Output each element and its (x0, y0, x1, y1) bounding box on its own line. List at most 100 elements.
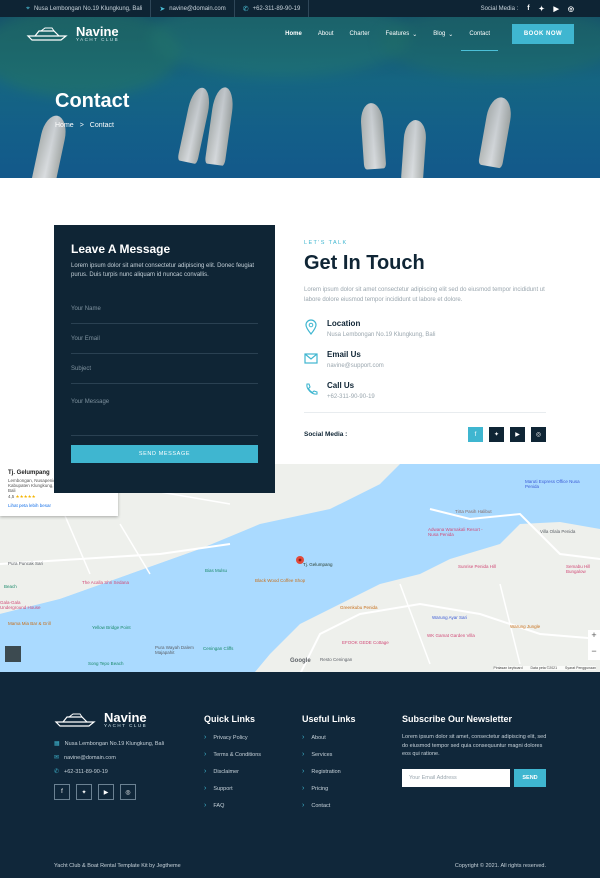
topbar-phone-text[interactable]: +62-311-89-90-19 (253, 6, 301, 12)
footer-link[interactable]: › Pricing (302, 785, 356, 792)
footer-link-label[interactable]: FAQ (213, 803, 224, 809)
footer-link-label[interactable]: Services (311, 752, 332, 758)
zoom-out-button[interactable]: − (588, 646, 600, 660)
footer-link[interactable]: › FAQ (204, 802, 261, 809)
footer-link-label[interactable]: About (311, 735, 325, 741)
map-label: Tirta Pasih Halibut (455, 509, 492, 514)
twitter-icon[interactable]: ✦ (76, 784, 92, 800)
footer-bottom: Yacht Club & Boat Rental Template Kit by… (54, 863, 546, 869)
footer-newsletter: Subscribe Our Newsletter Lorem ipsum dol… (402, 714, 547, 787)
footer-link[interactable]: › Registration (302, 768, 356, 775)
email-field[interactable]: Your Email (71, 324, 258, 354)
breadcrumb-current: Contact (89, 122, 114, 129)
social-media-label: Social Media : (304, 431, 348, 438)
newsletter-email-input[interactable]: Your Email Address (402, 768, 510, 787)
footer-link-label[interactable]: Support (213, 786, 232, 792)
footer-address-text: Nusa Lembongan No.19 Klungkung, Bali (64, 740, 165, 747)
nav-item-about[interactable]: About (310, 17, 342, 51)
breadcrumb-separator: > (79, 122, 84, 129)
footer-link[interactable]: › Terms & Conditions (204, 751, 261, 758)
topbar-email-text[interactable]: navine@domain.com (169, 6, 225, 12)
subject-field[interactable]: Subject (71, 354, 258, 384)
topbar-address: ⌖ Nusa Lembongan No.19 Klungkung, Bali (26, 0, 152, 17)
footer-brand-name: Navine (104, 710, 147, 725)
topbar-social-label: Social Media : (480, 5, 519, 12)
footer-link-label[interactable]: Disclaimer (213, 769, 239, 775)
footer-link[interactable]: › Contact (302, 802, 356, 809)
footer-phone-text[interactable]: +62-311-89-90-19 (64, 769, 108, 775)
footer-link[interactable]: › Support (204, 785, 261, 792)
map-label: Semabu Hill Bungalow (566, 564, 591, 574)
map-pin-label: Tj. Gelumpang (303, 562, 333, 567)
breadcrumb-home[interactable]: Home (55, 122, 74, 129)
contact-call: Call Us +62-311-90-90-19 (304, 381, 546, 400)
footer-link[interactable]: › Disclaimer (204, 768, 261, 775)
email-value[interactable]: navine@support.com (327, 363, 384, 369)
instagram-icon[interactable]: ◎ (120, 784, 136, 800)
footer-link-label[interactable]: Contact (311, 803, 330, 809)
location-value: Nusa Lembongan No.19 Klungkung, Bali (327, 332, 436, 338)
view-larger-map-link[interactable]: Lihat peta lebih besar (8, 503, 110, 508)
footer-link-label[interactable]: Terms & Conditions (213, 752, 261, 758)
youtube-icon[interactable]: ▶ (98, 784, 114, 800)
footer-logo[interactable]: Navine YACHT CLUB (54, 710, 164, 728)
twitter-icon[interactable]: ✦ (489, 427, 504, 442)
contact-location: Location Nusa Lembongan No.19 Klungkung, … (304, 319, 546, 338)
chevron-right-icon: › (302, 785, 305, 792)
map-attribution: Pintasan keyboard Data peta ©2021 Syarat… (493, 666, 596, 670)
facebook-icon[interactable]: f (468, 427, 483, 442)
place-rating: 4,5 (8, 494, 15, 499)
form-description: Lorem ipsum dolor sit amet consectetur a… (71, 263, 255, 278)
nav-item-blog[interactable]: Blog ⌄ (425, 17, 461, 51)
call-value[interactable]: +62-311-90-90-19 (327, 394, 375, 400)
topbar-email[interactable]: ➤ navine@domain.com (159, 0, 235, 17)
location-title: Location (327, 319, 361, 328)
map-embed[interactable]: Tj. Gelumpang Maruti Express Office Nusa… (0, 464, 600, 672)
map-label: Warung Ayar Sari (432, 615, 468, 620)
footer-credit: Yacht Club & Boat Rental Template Kit by… (54, 863, 181, 869)
zoom-in-button[interactable]: + (588, 630, 600, 645)
book-now-button[interactable]: BOOK NOW (512, 24, 574, 44)
page-title: Contact (55, 90, 130, 112)
footer-email[interactable]: ✉ navine@domain.com (54, 754, 164, 762)
map-terms-link[interactable]: Syarat Penggunaan (565, 666, 596, 670)
footer-link-label[interactable]: Privacy Policy (213, 735, 247, 741)
chevron-right-icon: › (204, 768, 207, 775)
instagram-icon[interactable]: ◎ (531, 427, 546, 442)
facebook-icon[interactable]: f (54, 784, 70, 800)
footer-phone[interactable]: ✆ +62-311-89-90-19 (54, 768, 164, 776)
brand-logo[interactable]: Navine YACHT CLUB (26, 24, 119, 42)
social-media-row: Social Media : f ✦ ▶ ◎ (304, 412, 546, 442)
facebook-icon[interactable]: f (527, 5, 529, 12)
name-field[interactable]: Your Name (71, 294, 258, 324)
chevron-right-icon: › (302, 734, 305, 741)
send-message-button[interactable]: SEND MESSAGE (71, 445, 258, 463)
youtube-icon[interactable]: ▶ (554, 5, 559, 13)
map-label: WK Gamat Garden Villa (427, 633, 475, 638)
map-label: Greenkubu Penida (340, 605, 378, 610)
get-in-touch-section: LET'S TALK Get In Touch Lorem ipsum dolo… (304, 240, 546, 400)
brand-name: Navine (76, 24, 119, 39)
message-field[interactable]: Your Message (71, 384, 258, 436)
nav-item-home[interactable]: Home (277, 17, 310, 51)
instagram-icon[interactable]: ◎ (568, 5, 574, 13)
footer-link[interactable]: › About (302, 734, 356, 741)
map-label: Sunrise Penida Hill (458, 564, 497, 569)
twitter-icon[interactable]: ✦ (539, 5, 545, 13)
footer-link[interactable]: › Services (302, 751, 356, 758)
map-shortcuts-link[interactable]: Pintasan keyboard (494, 666, 523, 670)
chevron-right-icon: › (302, 768, 305, 775)
google-logo: Google (290, 658, 311, 664)
nav-item-contact[interactable]: Contact (461, 17, 498, 51)
call-title: Call Us (327, 381, 355, 390)
footer-link[interactable]: › Privacy Policy (204, 734, 261, 741)
footer-address: ▦ Nusa Lembongan No.19 Klungkung, Bali (54, 740, 165, 748)
footer-email-text[interactable]: navine@domain.com (64, 755, 116, 761)
footer-link-label[interactable]: Pricing (311, 786, 328, 792)
nav-item-charter[interactable]: Charter (342, 17, 378, 51)
newsletter-send-button[interactable]: SEND (514, 768, 546, 787)
nav-item-features[interactable]: Features ⌄ (378, 17, 426, 51)
topbar-phone[interactable]: ✆ +62-311-89-90-19 (243, 0, 310, 17)
footer-link-label[interactable]: Registration (311, 769, 340, 775)
youtube-icon[interactable]: ▶ (510, 427, 525, 442)
